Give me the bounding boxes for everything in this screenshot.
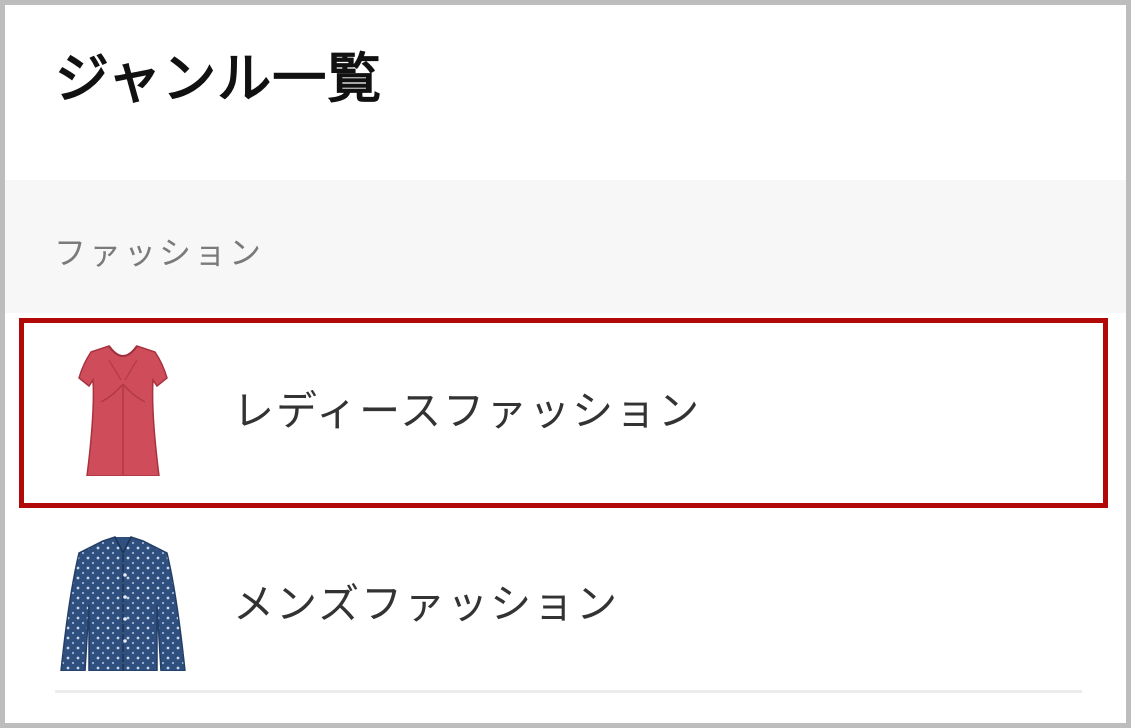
genre-item-label: メンズファッション xyxy=(233,580,620,628)
highlight-box xyxy=(19,318,1108,508)
section-header-fashion: ファッション xyxy=(5,180,1126,313)
blue-shirt-icon xyxy=(55,535,191,672)
list-divider xyxy=(55,690,1082,693)
screenshot-frame: ジャンル一覧 ファッション レディースファッション メンズファッション xyxy=(0,0,1131,728)
genre-item-mens-fashion[interactable]: メンズファッション xyxy=(5,523,1126,695)
section-label: ファッション xyxy=(54,234,265,272)
genre-item-ladies-fashion[interactable]: レディースファッション xyxy=(5,318,1126,508)
page-title: ジャンル一覧 xyxy=(55,47,383,110)
